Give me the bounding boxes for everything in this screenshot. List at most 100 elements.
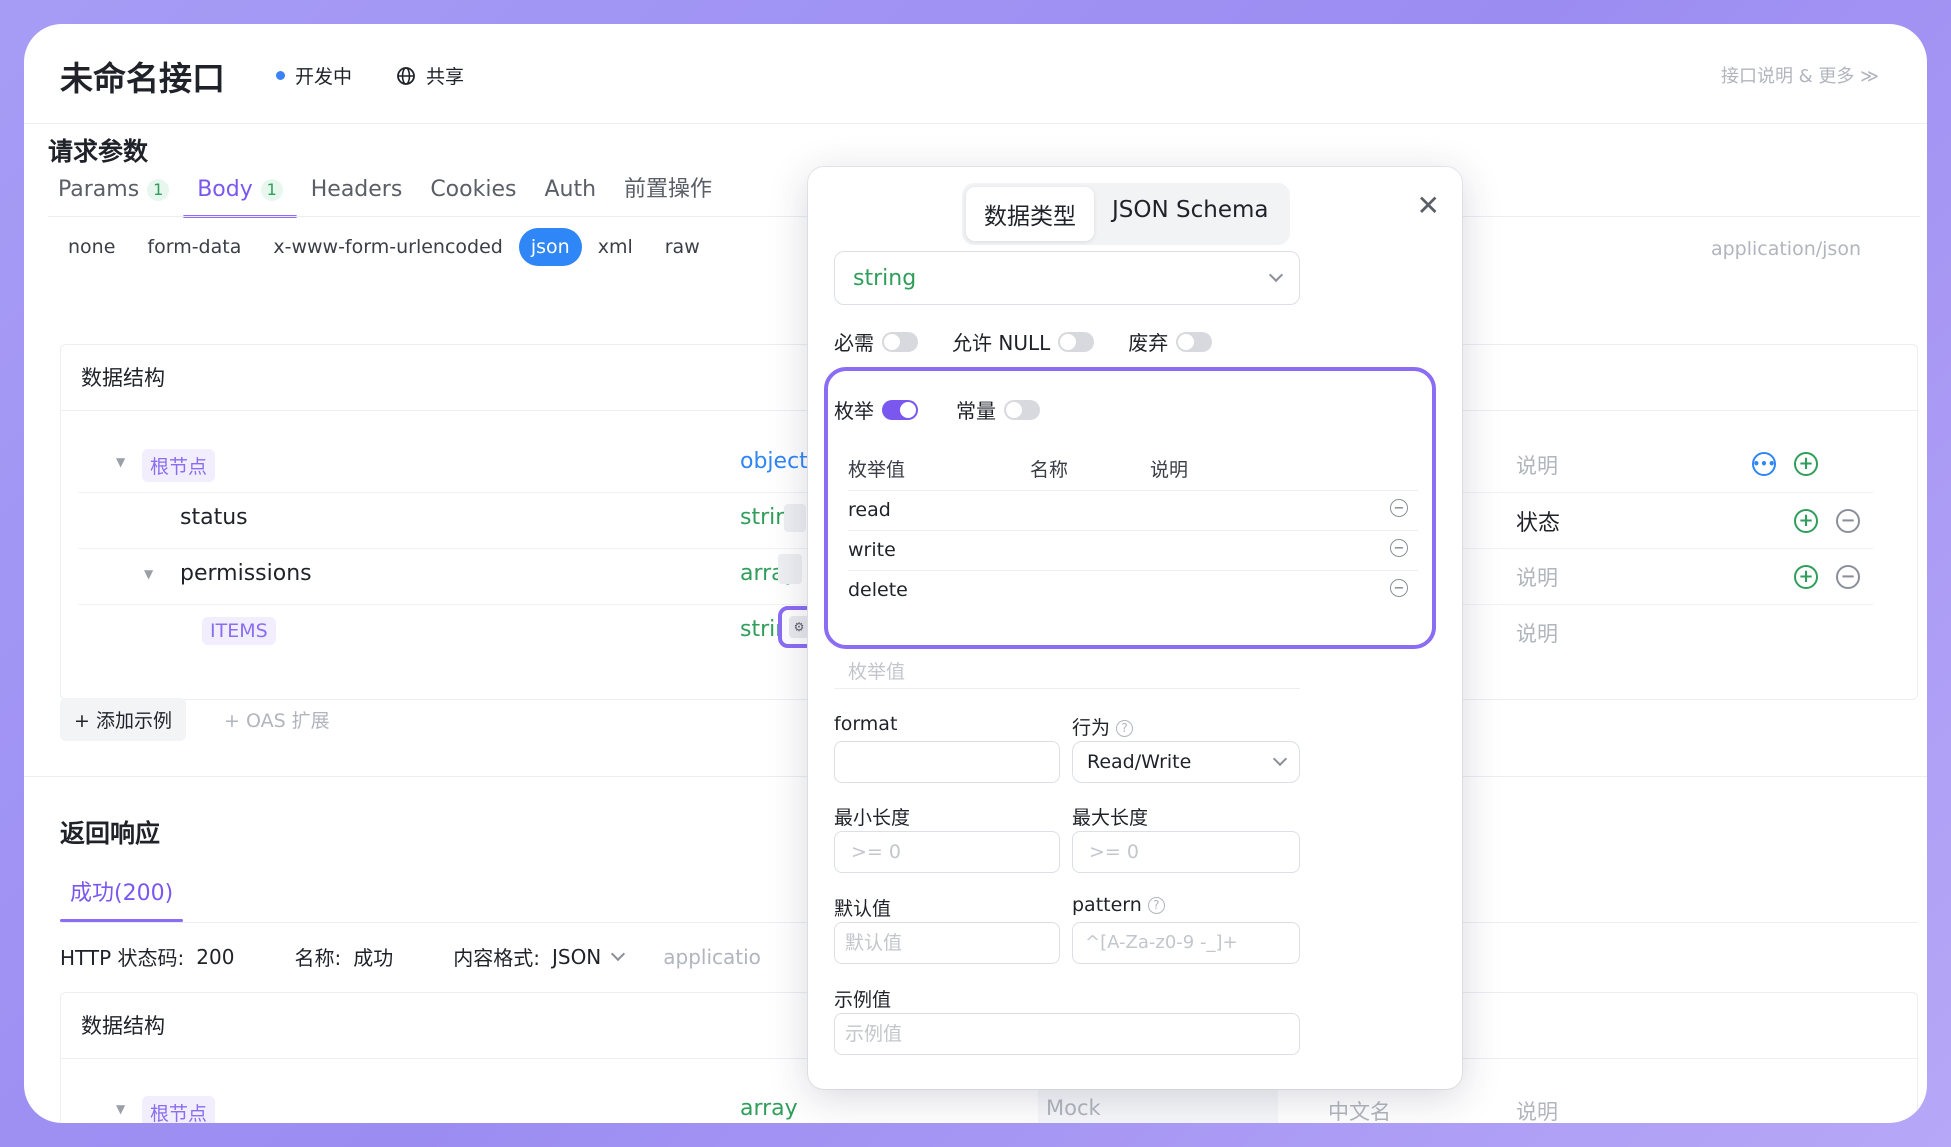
- format-input[interactable]: [834, 741, 1060, 783]
- mock-input[interactable]: Mock: [1038, 1088, 1278, 1123]
- tab-body[interactable]: Body 1: [183, 162, 297, 218]
- enum-toggle[interactable]: [882, 399, 918, 420]
- default-label: 默认值: [834, 898, 892, 920]
- tab-success-200[interactable]: 成功(200): [60, 866, 184, 922]
- default-input[interactable]: 默认值: [834, 922, 1060, 964]
- tab-pre-actions[interactable]: 前置操作: [610, 162, 726, 218]
- behavior-label: 行为 ?: [1072, 713, 1134, 740]
- collapse-caret-icon[interactable]: ▼: [116, 1102, 125, 1116]
- behavior-value: Read/Write: [1087, 751, 1192, 773]
- remove-icon[interactable]: −: [1836, 565, 1860, 589]
- pattern-input[interactable]: ^[A-Za-z0-9 -_]+: [1072, 922, 1300, 964]
- enum-new-value-input[interactable]: 枚举值: [834, 657, 1300, 689]
- status-dot-icon: [276, 71, 285, 80]
- tab-headers[interactable]: Headers: [297, 162, 417, 218]
- enum-row: delete −: [848, 571, 1418, 611]
- body-type-selector: none form-data x-www-form-urlencoded jso…: [52, 228, 716, 266]
- format-value[interactable]: JSON: [552, 945, 601, 969]
- type-select[interactable]: string: [834, 251, 1300, 305]
- minlen-input[interactable]: >= 0: [834, 831, 1060, 873]
- name-value[interactable]: 成功: [353, 942, 393, 971]
- field-desc[interactable]: 说明: [1516, 450, 1558, 480]
- settings-sliders-icon: ⚙: [789, 616, 809, 638]
- enum-const-toggles: 枚举 常量: [834, 395, 1040, 424]
- pattern-label-text: pattern: [1072, 894, 1142, 916]
- globe-icon: [397, 66, 415, 85]
- maxlen-input[interactable]: >= 0: [1072, 831, 1300, 873]
- field-settings-icon[interactable]: [784, 504, 806, 532]
- remove-enum-icon[interactable]: −: [1390, 579, 1408, 597]
- field-name[interactable]: status: [180, 505, 248, 530]
- page-title: 未命名接口: [60, 59, 225, 98]
- body-type-form-data[interactable]: form-data: [131, 228, 257, 266]
- help-icon[interactable]: ?: [1147, 897, 1165, 914]
- body-type-json[interactable]: json: [518, 228, 582, 266]
- enum-label: 枚举: [834, 399, 874, 423]
- enum-value[interactable]: read: [848, 499, 891, 521]
- help-icon[interactable]: ?: [1116, 720, 1134, 737]
- enum-table-header: 枚举值 名称 说明: [848, 455, 1418, 491]
- enum-editor: 枚举 常量 枚举值 名称 说明 read − write − delete −: [824, 367, 1436, 649]
- enum-value[interactable]: delete: [848, 579, 908, 601]
- remove-icon[interactable]: −: [1836, 509, 1860, 533]
- field-desc[interactable]: 状态: [1516, 505, 1560, 537]
- remove-enum-icon[interactable]: −: [1390, 499, 1408, 517]
- more-link[interactable]: 接口说明 & 更多 ≫: [1721, 62, 1879, 88]
- maxlen-label: 最大长度: [1072, 807, 1149, 829]
- share-button[interactable]: 共享: [396, 62, 464, 89]
- collapse-caret-icon[interactable]: ▼: [116, 455, 125, 469]
- body-type-xml[interactable]: xml: [582, 228, 649, 266]
- field-name[interactable]: permissions: [180, 561, 312, 586]
- add-sibling-icon[interactable]: +: [1794, 509, 1818, 533]
- body-type-urlencoded[interactable]: x-www-form-urlencoded: [257, 228, 518, 266]
- close-icon[interactable]: ✕: [1417, 189, 1440, 222]
- tab-body-label: Body: [197, 177, 253, 202]
- field-settings-icon[interactable]: [778, 554, 802, 584]
- field-type[interactable]: object: [740, 449, 808, 474]
- schema-popover: 数据类型 JSON Schema ✕ string 必需 允许 NULL 废弃 …: [808, 167, 1462, 1089]
- nullable-toggle[interactable]: [1058, 331, 1095, 352]
- collapse-caret-icon[interactable]: ▼: [144, 567, 153, 581]
- page-header: 未命名接口 开发中 共享 接口说明 & 更多 ≫: [24, 24, 1927, 124]
- status-label: 开发中: [295, 66, 353, 88]
- body-type-none[interactable]: none: [52, 228, 131, 266]
- enum-col-desc: 说明: [1150, 459, 1189, 481]
- remove-enum-icon[interactable]: −: [1390, 539, 1408, 557]
- more-options-icon[interactable]: •••: [1752, 452, 1776, 476]
- behavior-select[interactable]: Read/Write: [1072, 741, 1300, 783]
- seg-json-schema[interactable]: JSON Schema: [1094, 187, 1286, 241]
- chevron-down-icon[interactable]: [611, 946, 626, 961]
- field-desc[interactable]: 说明: [1516, 618, 1558, 648]
- format-label: format: [834, 713, 898, 735]
- flag-toggles: 必需 允许 NULL 废弃: [834, 327, 1213, 356]
- tab-cookies[interactable]: Cookies: [416, 162, 530, 218]
- add-sibling-icon[interactable]: +: [1794, 565, 1818, 589]
- cn-name-input[interactable]: 中文名: [1328, 1096, 1391, 1123]
- field-desc[interactable]: 说明: [1516, 1096, 1558, 1123]
- add-example-button[interactable]: + 添加示例: [60, 698, 186, 741]
- chevron-down-icon: [1272, 751, 1288, 767]
- example-input[interactable]: 示例值: [834, 1013, 1300, 1055]
- behavior-label-text: 行为: [1072, 717, 1111, 739]
- const-toggle[interactable]: [1004, 399, 1040, 420]
- enum-value[interactable]: write: [848, 539, 896, 561]
- status-selector[interactable]: 开发中: [276, 62, 352, 89]
- field-desc[interactable]: 说明: [1516, 562, 1558, 592]
- tab-auth[interactable]: Auth: [530, 162, 610, 218]
- pattern-label: pattern ?: [1072, 894, 1165, 916]
- add-child-icon[interactable]: +: [1794, 452, 1818, 476]
- seg-data-type[interactable]: 数据类型: [966, 187, 1094, 241]
- field-type[interactable]: array: [740, 1096, 798, 1121]
- tab-params-count: 1: [147, 179, 170, 201]
- response-content-type: applicatio: [663, 944, 761, 969]
- required-toggle[interactable]: [882, 331, 918, 352]
- content-type-label: application/json: [1710, 238, 1861, 260]
- oas-extension-button[interactable]: + OAS 扩展: [224, 706, 330, 733]
- const-label: 常量: [956, 399, 996, 423]
- http-code-value[interactable]: 200: [196, 945, 234, 969]
- tab-params[interactable]: Params 1: [44, 162, 183, 218]
- deprecated-toggle[interactable]: [1176, 331, 1213, 352]
- http-code-label: HTTP 状态码:: [60, 946, 185, 970]
- body-type-raw[interactable]: raw: [649, 228, 716, 266]
- popover-segment: 数据类型 JSON Schema: [962, 183, 1291, 245]
